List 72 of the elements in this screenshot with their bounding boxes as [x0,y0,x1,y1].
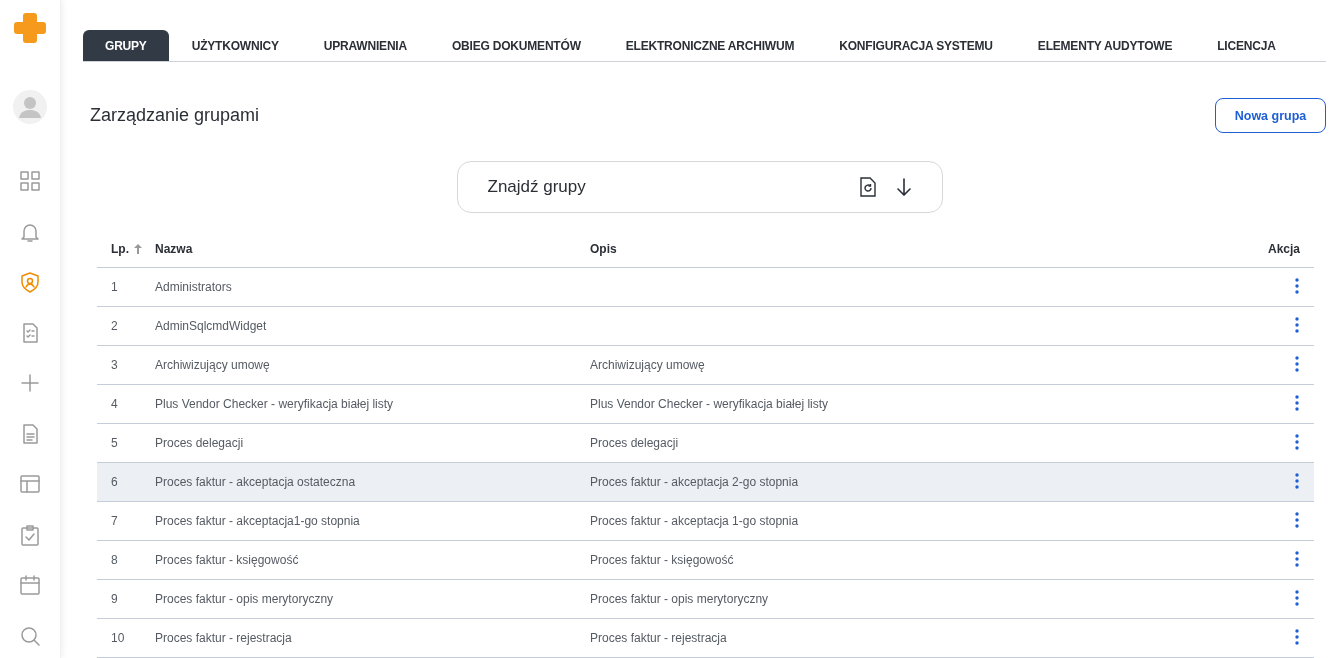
more-icon[interactable] [1295,472,1299,489]
more-icon[interactable] [1295,433,1299,450]
sort-arrow-icon[interactable] [134,244,142,254]
table-cell: 6 [111,475,118,489]
page-title: Zarządzanie grupami [90,105,260,126]
tab[interactable]: ELEMENTY AUDYTOWE [1015,30,1195,61]
search-bar[interactable]: Znajdź grupy [456,161,943,213]
table-row[interactable]: 5 Proces delegacji Proces delegacji [97,423,1314,463]
table-cell: Proces faktur - księgowość [590,553,734,567]
table-cell: 9 [111,592,118,606]
tab[interactable]: KONFIGURACJA SYSTEMU [817,30,1015,61]
table-cell: 10 [111,631,125,645]
more-icon[interactable] [1295,355,1299,372]
arrow-down-icon[interactable] [895,178,912,196]
table-cell: Plus Vendor Checker - weryfikacja białej listy [590,397,829,411]
table-cell: 8 [111,553,118,567]
table-cell: 1 [111,280,118,294]
column-header[interactable]: Lp. [111,242,129,256]
tab[interactable]: OBIEG DOKUMENTÓW [429,30,603,61]
clipboard-icon[interactable] [19,523,41,546]
search-icon[interactable] [19,624,41,647]
table-row[interactable]: 9 Proces faktur - opis merytoryczny Proces faktur - opis merytoryczny [97,579,1314,619]
tab[interactable]: ELEKTRONICZNE ARCHIWUM [603,30,817,61]
table-cell: Proces faktur - opis merytoryczny [590,592,769,606]
logo-icon [12,10,48,46]
grid-icon[interactable] [19,170,41,192]
tab[interactable]: UPRAWNIENIA [301,30,429,61]
more-icon[interactable] [1295,628,1299,645]
table-cell: Archiwizujący umowę [590,358,705,372]
more-icon[interactable] [1295,316,1299,333]
table-cell: 5 [111,436,118,450]
table-row[interactable]: 7 Proces faktur - akceptacja1-go stopnia Proces faktur - akceptacja 1-go stopnia [97,501,1314,541]
more-icon[interactable] [1295,394,1299,411]
table-row[interactable]: 1 Administrators [97,267,1314,307]
more-icon[interactable] [1295,589,1299,606]
table-cell: Proces faktur - akceptacja1-go stopnia [155,514,360,528]
tab[interactable]: UŻYTKOWNICY [169,30,301,61]
layout-icon[interactable] [19,473,41,495]
table-cell: Proces faktur - opis merytoryczny [155,592,334,606]
column-header: Akcja [1267,242,1300,256]
table-cell: Proces delegacji [155,436,244,450]
tab[interactable]: GRUPY [83,30,169,61]
more-icon[interactable] [1295,550,1299,567]
table-row[interactable]: 8 Proces faktur - księgowość Proces faktur - księgowość [97,540,1314,580]
search-field[interactable]: Znajdź grupy [485,176,840,198]
more-icon[interactable] [1295,277,1299,294]
tab[interactable]: LICENCJA [1195,30,1298,61]
table-row[interactable]: 3 Archiwizujący umowę Archiwizujący umowę [97,345,1314,385]
table-cell: Proces faktur - rejestracja [590,631,727,645]
table-cell: 4 [111,397,118,411]
table-cell: Proces faktur - rejestracja [155,631,292,645]
table-cell: Proces faktur - akceptacja ostateczna [155,475,356,489]
file-refresh-icon[interactable] [859,177,876,197]
table-cell: 7 [111,514,118,528]
table-cell: Administrators [155,280,232,294]
table-row[interactable]: 10 Proces faktur - rejestracja Proces faktur - rejestracja [97,618,1314,658]
table-row[interactable]: 2 AdminSqlcmdWidget [97,306,1314,346]
table-cell: Proces faktur - księgowość [155,553,299,567]
table-cell: 2 [111,319,118,333]
table-cell: Proces faktur - akceptacja 1-go stopnia [590,514,799,528]
column-header: Opis [590,242,617,256]
table-cell: Proces delegacji [590,436,679,450]
table-row[interactable]: 4 Plus Vendor Checker - weryfikacja białej listy Plus Vendor Checker - weryfikacja białej listy [97,384,1314,424]
more-icon[interactable] [1295,511,1299,528]
new-group-button[interactable]: Nowa grupa [1215,98,1326,133]
table-cell: Plus Vendor Checker - weryfikacja białej listy [155,397,394,411]
table-cell: AdminSqlcmdWidget [155,319,267,333]
calendar-icon[interactable] [19,574,41,596]
column-header: Nazwa [155,242,193,256]
table-cell: Archiwizujący umowę [155,358,270,372]
table-cell: 3 [111,358,118,372]
table-cell: Proces faktur - akceptacja 2-go stopnia [590,475,799,489]
